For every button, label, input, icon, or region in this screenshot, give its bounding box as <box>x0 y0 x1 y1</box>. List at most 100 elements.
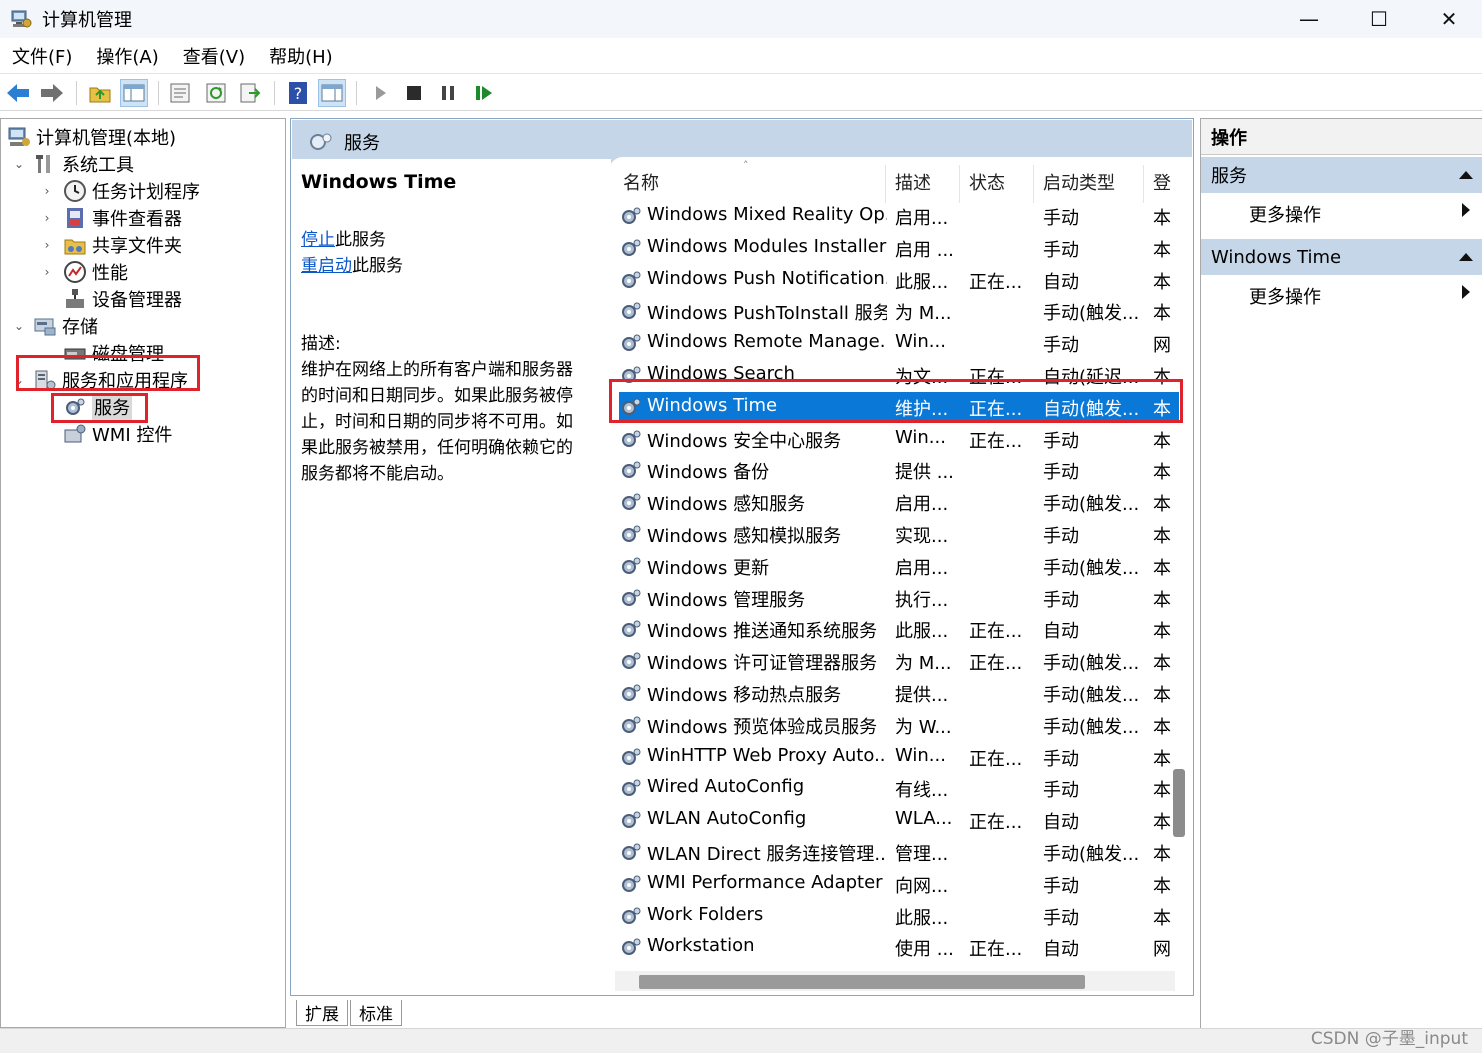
pause-service-icon[interactable] <box>434 79 462 107</box>
tree-item-shared-folders[interactable]: › 共享文件夹 <box>39 231 182 258</box>
column-header-startup-type[interactable]: 启动类型 <box>1043 169 1115 195</box>
restart-service-link[interactable]: 重启动 <box>301 256 352 276</box>
tree-item-system-tools[interactable]: ⌄ 系统工具 <box>11 150 134 177</box>
service-row[interactable]: Windows Modules Installer 启用 ... 手动 本 <box>619 233 1179 264</box>
vertical-scrollbar[interactable] <box>1173 769 1185 837</box>
menu-action[interactable]: 操作(A) <box>96 43 158 69</box>
show-hide-action-pane-icon[interactable] <box>318 79 346 107</box>
tree-item-root[interactable]: 计算机管理(本地) <box>7 123 176 150</box>
stop-service-icon[interactable] <box>400 79 428 107</box>
event-viewer-icon <box>67 207 83 228</box>
service-status: 正在... <box>969 653 1023 674</box>
service-row[interactable]: Windows 备份 提供 ... 手动 本 <box>619 455 1179 486</box>
forward-arrow-icon[interactable] <box>38 79 66 107</box>
service-row[interactable]: Windows 推送通知系统服务 此服... 正在... 自动 本 <box>619 614 1179 645</box>
service-row[interactable]: Windows PushToInstall 服务为 M... 手动(触发... 本 <box>619 296 1179 327</box>
more-actions-services[interactable]: 更多操作 <box>1249 201 1321 227</box>
service-logon-as: 本 <box>1153 749 1171 770</box>
collapse-up-icon[interactable] <box>1459 253 1473 261</box>
tab-standard[interactable]: 标准 <box>350 1000 402 1026</box>
gear-icon <box>622 779 641 796</box>
maximize-button[interactable]: ☐ <box>1344 0 1414 38</box>
tree-label: WMI 控件 <box>92 424 173 446</box>
menu-help[interactable]: 帮助(H) <box>269 43 333 69</box>
actions-group-windows-time[interactable]: Windows Time <box>1201 239 1482 275</box>
service-row[interactable]: WinHTTP Web Proxy Auto... Win... 正在... 手动 本 <box>619 742 1179 773</box>
service-row[interactable]: Windows Remote Manage... Win... 手动 网 <box>619 328 1179 359</box>
column-header-logon-as[interactable]: 登 <box>1153 169 1171 195</box>
service-status: 正在... <box>969 621 1023 642</box>
service-logon-as: 本 <box>1153 494 1171 515</box>
refresh-icon[interactable] <box>202 79 230 107</box>
column-header-description[interactable]: 描述 <box>895 169 931 195</box>
tree-item-event-viewer[interactable]: › 事件查看器 <box>39 204 182 231</box>
tree-item-wmi-control[interactable]: WMI 控件 <box>39 420 172 447</box>
chevron-right-icon[interactable]: › <box>39 184 55 198</box>
service-row[interactable]: Workstation 使用 ... 正在... 自动 网 <box>619 932 1179 963</box>
start-service-icon[interactable] <box>366 79 394 107</box>
service-row[interactable]: Windows 移动热点服务 提供... 手动(触发... 本 <box>619 678 1179 709</box>
chevron-down-icon[interactable]: ⌄ <box>11 157 27 171</box>
service-row[interactable]: Windows Mixed Reality Op... 启用... 手动 本 <box>619 201 1179 232</box>
collapse-up-icon[interactable] <box>1459 171 1473 179</box>
chevron-right-icon[interactable]: › <box>39 238 55 252</box>
service-status: 正在... <box>969 272 1023 293</box>
service-startup-type: 自动 <box>1043 939 1079 960</box>
minimize-button[interactable]: — <box>1274 0 1344 38</box>
service-row[interactable]: Windows 安全中心服务 Win... 正在... 手动 本 <box>619 424 1179 455</box>
gear-icon <box>622 652 641 669</box>
service-row[interactable]: Windows 感知模拟服务 实现... 手动 本 <box>619 519 1179 550</box>
tree-item-device-manager[interactable]: 设备管理器 <box>39 285 182 312</box>
actions-group-services[interactable]: 服务 <box>1201 157 1482 193</box>
tree-item-task-scheduler[interactable]: › 任务计划程序 <box>39 177 200 204</box>
export-list-icon[interactable] <box>236 79 264 107</box>
service-row[interactable]: Work Folders 此服... 手动 本 <box>619 901 1179 932</box>
service-row[interactable]: Windows Push Notification... 此服... 正在... 自动… <box>619 265 1179 296</box>
description-line: 止，时间和日期的同步将不可用。如 <box>301 412 573 432</box>
service-logon-as: 本 <box>1153 621 1171 642</box>
service-row[interactable]: WMI Performance Adapter 向网... 手动 本 <box>619 869 1179 900</box>
service-row[interactable]: Windows 许可证管理器服务为 M... 正在... 手动(触发... 本 <box>619 646 1179 677</box>
service-row[interactable]: Windows 感知服务 启用... 手动(触发... 本 <box>619 487 1179 518</box>
service-name: Windows PushToInstall 服务 <box>647 303 887 324</box>
submenu-arrow-icon <box>1462 285 1470 299</box>
service-description: 启用... <box>895 558 949 579</box>
service-row[interactable]: Windows 管理服务 执行... 手动 本 <box>619 583 1179 614</box>
chevron-right-icon[interactable]: › <box>39 265 55 279</box>
close-button[interactable]: ✕ <box>1414 0 1482 38</box>
service-row[interactable]: WLAN Direct 服务连接管理... 管理... 手动(触发... 本 <box>619 837 1179 868</box>
column-header-status[interactable]: 状态 <box>969 169 1005 195</box>
chevron-down-icon[interactable]: ⌄ <box>11 319 27 333</box>
column-header-name[interactable]: 名称 <box>623 169 659 195</box>
gear-icon <box>622 239 641 256</box>
highlight-box-windows-time <box>609 379 1183 423</box>
properties-icon[interactable] <box>166 79 194 107</box>
tab-extended[interactable]: 扩展 <box>296 1000 348 1026</box>
service-row[interactable]: Wired AutoConfig 有线... 手动 本 <box>619 773 1179 804</box>
description-line: 果此服务被禁用，任何明确依赖它的 <box>301 438 573 458</box>
gear-icon <box>622 620 641 637</box>
more-actions-windows-time[interactable]: 更多操作 <box>1249 283 1321 309</box>
horizontal-scrollbar-thumb[interactable] <box>639 975 1085 989</box>
gear-icon <box>622 271 641 288</box>
restart-suffix: 此服务 <box>352 256 403 276</box>
back-arrow-icon[interactable] <box>4 79 32 107</box>
service-startup-type: 自动 <box>1043 621 1079 642</box>
tree-item-performance[interactable]: › 性能 <box>39 258 128 285</box>
chevron-right-icon[interactable]: › <box>39 211 55 225</box>
menu-view[interactable]: 查看(V) <box>183 43 245 69</box>
stop-service-link[interactable]: 停止 <box>301 230 335 250</box>
sort-up-icon: ˄ <box>743 159 749 172</box>
service-startup-type: 手动 <box>1043 590 1079 611</box>
show-hide-tree-icon[interactable] <box>120 79 148 107</box>
up-folder-icon[interactable] <box>86 79 114 107</box>
service-row[interactable]: WLAN AutoConfig WLA... 正在... 自动 本 <box>619 805 1179 836</box>
tree-item-storage[interactable]: ⌄ 存储 <box>11 312 98 339</box>
service-startup-type: 手动 <box>1043 335 1079 356</box>
menu-file[interactable]: 文件(F) <box>12 43 72 69</box>
gear-icon <box>622 716 641 733</box>
resume-service-icon[interactable] <box>470 79 498 107</box>
help-icon[interactable]: ? <box>284 79 312 107</box>
service-row[interactable]: Windows 更新 启用... 手动(触发... 本 <box>619 551 1179 582</box>
service-row[interactable]: Windows 预览体验成员服务为 W... 手动(触发... 本 <box>619 710 1179 741</box>
